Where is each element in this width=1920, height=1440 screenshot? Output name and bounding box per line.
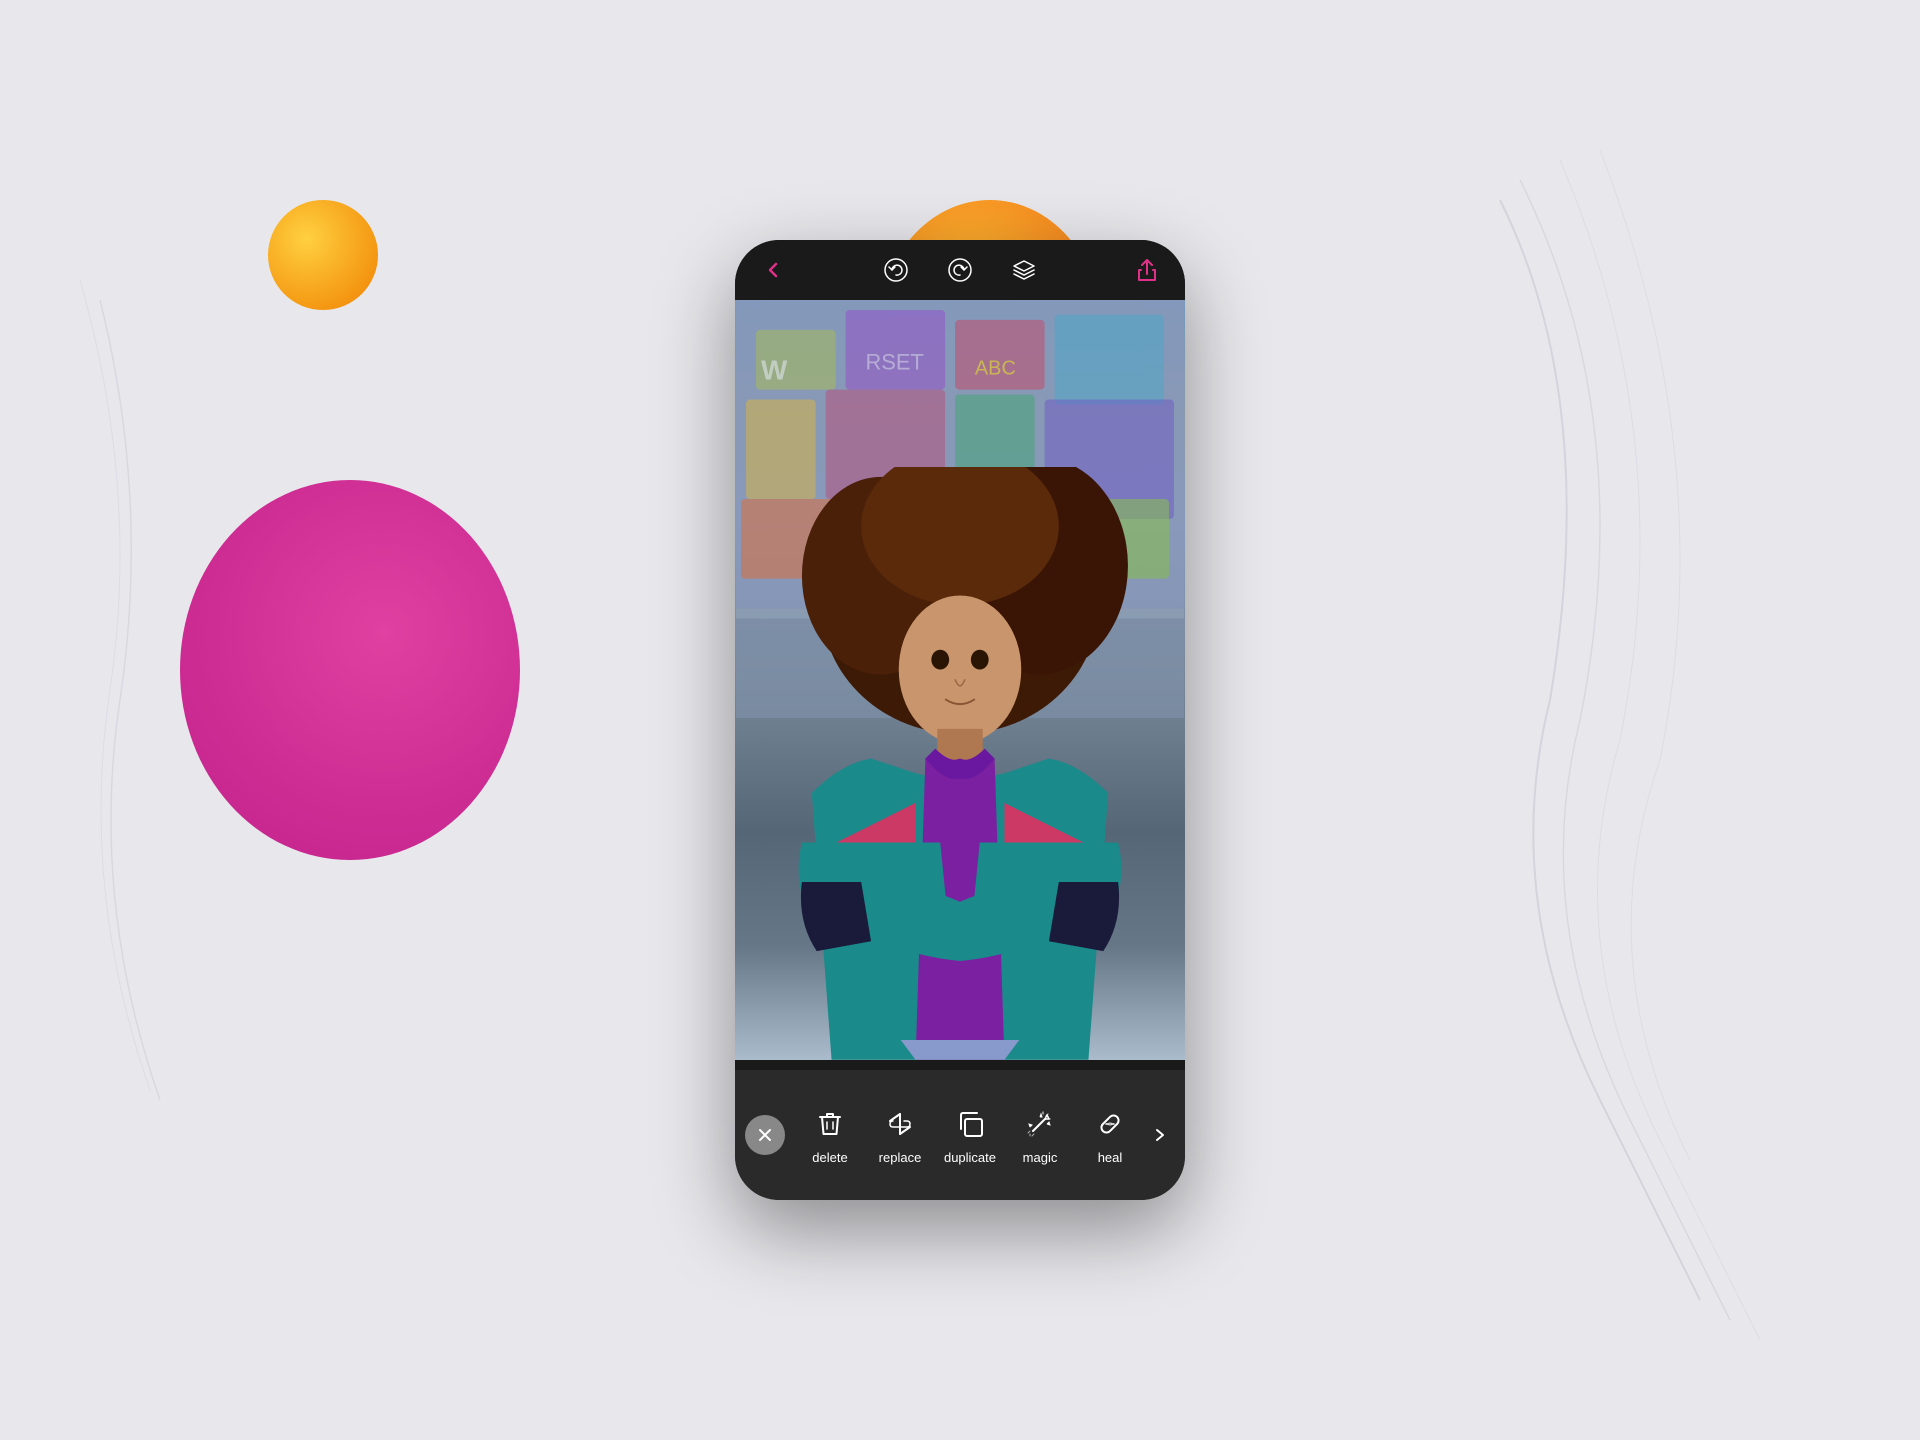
close-button[interactable] [745, 1115, 785, 1155]
toolbar-item-duplicate[interactable]: duplicate [940, 1106, 1000, 1165]
magic-label: magic [1023, 1150, 1058, 1165]
layers-button[interactable] [1006, 252, 1042, 288]
top-bar-actions [878, 252, 1042, 288]
replace-label: replace [879, 1150, 922, 1165]
toolbar-items-container: delete replace [795, 1106, 1145, 1165]
toolbar-item-delete[interactable]: delete [800, 1106, 860, 1165]
photo-content: W RSET ABC [735, 300, 1185, 1060]
bg-circle-orange-left [268, 200, 378, 310]
duplicate-label: duplicate [944, 1150, 996, 1165]
bottom-toolbar: delete replace [735, 1070, 1185, 1200]
heal-icon [1092, 1106, 1128, 1142]
replace-icon [882, 1106, 918, 1142]
top-bar [735, 240, 1185, 300]
redo-button[interactable] [942, 252, 978, 288]
person-figure [769, 467, 1152, 1060]
share-button[interactable] [1129, 252, 1165, 288]
bg-blob-magenta-left [180, 480, 520, 860]
duplicate-icon [952, 1106, 988, 1142]
toolbar-item-magic[interactable]: magic [1010, 1106, 1070, 1165]
image-canvas[interactable]: W RSET ABC [735, 300, 1185, 1060]
svg-text:RSET: RSET [865, 350, 923, 375]
trash-icon [812, 1106, 848, 1142]
back-button[interactable] [755, 252, 791, 288]
delete-label: delete [812, 1150, 847, 1165]
undo-button[interactable] [878, 252, 914, 288]
svg-text:ABC: ABC [975, 358, 1016, 380]
toolbar-item-heal[interactable]: heal [1080, 1106, 1140, 1165]
phone-frame: W RSET ABC [735, 240, 1185, 1200]
toolbar-item-replace[interactable]: replace [870, 1106, 930, 1165]
svg-text:W: W [761, 355, 788, 386]
magic-icon [1022, 1106, 1058, 1142]
more-tools-button[interactable] [1145, 1120, 1175, 1150]
heal-label: heal [1098, 1150, 1123, 1165]
